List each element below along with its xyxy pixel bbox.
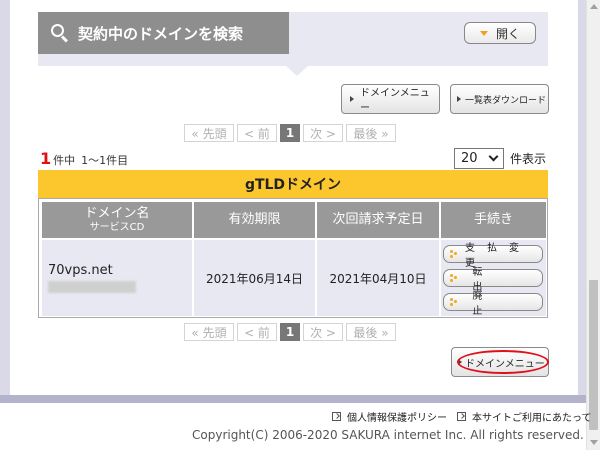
search-icon xyxy=(50,23,70,43)
page-next[interactable]: 次 > xyxy=(303,124,343,142)
domain-search-panel: 契約中のドメインを検索 開く xyxy=(38,12,548,54)
billing-date: 2021年04月10日 xyxy=(317,240,439,316)
scroll-thumb[interactable] xyxy=(589,280,598,430)
domain-menu-label: ドメインメニュー xyxy=(360,88,430,114)
domain-table: ドメイン名 サービスCD 有効期限 次回請求予定日 手続き 70vps.net … xyxy=(38,198,548,318)
pagination-bottom: « 先頭 < 前 1 次 > 最後 » xyxy=(184,323,396,341)
per-page-control: 20 件表示 xyxy=(454,148,546,169)
result-count: 1 件中 1～1件目 xyxy=(40,149,128,168)
open-search-button[interactable]: 開く xyxy=(464,22,536,44)
search-panel-bottom xyxy=(38,54,548,66)
footer-divider xyxy=(0,395,586,403)
domain-name[interactable]: 70vps.net xyxy=(48,263,113,278)
expiry-date: 2021年06月14日 xyxy=(194,240,315,316)
column-header-service-cd: サービスCD xyxy=(89,221,145,233)
service-cd-redacted xyxy=(48,281,136,293)
privacy-link[interactable]: 個人情報保護ポリシー xyxy=(332,409,447,424)
highlight-annotation xyxy=(457,350,549,374)
triangle-right-icon xyxy=(350,96,354,102)
page-prev[interactable]: < 前 xyxy=(237,323,277,341)
result-count-number: 1 xyxy=(40,149,52,168)
table-row-domain-cell: 70vps.net xyxy=(42,240,192,316)
per-page-select[interactable]: 20 xyxy=(454,148,504,169)
page-current: 1 xyxy=(280,124,300,142)
column-header-procedure: 手続き xyxy=(441,202,546,238)
per-page-value: 20 xyxy=(461,151,478,166)
terms-link[interactable]: 本サイトご利用にあたって xyxy=(457,409,592,424)
dots-icon xyxy=(450,274,457,282)
search-header: 契約中のドメインを検索 xyxy=(38,12,289,54)
page-last[interactable]: 最後 » xyxy=(346,124,396,142)
column-header-billing: 次回請求予定日 xyxy=(317,202,439,238)
link-icon xyxy=(332,412,341,421)
pagination-top: « 先頭 < 前 1 次 > 最後 » xyxy=(184,124,396,142)
result-range: 1～1件目 xyxy=(81,154,129,167)
page-prev[interactable]: < 前 xyxy=(237,124,277,142)
scroll-up-icon[interactable] xyxy=(590,4,598,9)
domain-menu-button[interactable]: ドメインメニュー xyxy=(341,84,440,114)
result-count-suffix: 件中 xyxy=(53,154,76,167)
triangle-right-icon xyxy=(457,96,461,102)
table-title: gTLDドメイン xyxy=(38,170,548,198)
scroll-down-icon[interactable] xyxy=(590,440,598,445)
footer-links: 個人情報保護ポリシー 本サイトご利用にあたって xyxy=(332,409,592,424)
chevron-down-icon xyxy=(488,151,499,162)
change-payment-button[interactable]: 支払変更 xyxy=(443,243,543,269)
terms-link-label: 本サイトご利用にあたって xyxy=(472,413,592,424)
privacy-link-label: 個人情報保護ポリシー xyxy=(347,413,447,424)
dots-icon xyxy=(450,250,457,258)
triangle-down-icon xyxy=(479,30,488,36)
open-search-label: 開く xyxy=(495,26,520,41)
page-last[interactable]: 最後 » xyxy=(346,323,396,341)
page-first[interactable]: « 先頭 xyxy=(184,124,234,142)
column-header-domain: ドメイン名 サービスCD xyxy=(42,202,192,238)
per-page-label: 件表示 xyxy=(510,152,547,166)
copyright: Copyright(C) 2006-2020 SAKURA internet I… xyxy=(192,428,584,442)
column-header-domain-label: ドメイン名 xyxy=(84,206,150,222)
download-list-label: 一覧表ダウンロード xyxy=(465,95,547,106)
dots-icon xyxy=(450,298,457,306)
column-header-expiry: 有効期限 xyxy=(194,202,315,238)
page-current: 1 xyxy=(280,323,300,341)
page-first[interactable]: « 先頭 xyxy=(184,323,234,341)
vertical-scrollbar[interactable] xyxy=(586,0,600,450)
search-title: 契約中のドメインを検索 xyxy=(78,24,244,43)
page-next[interactable]: 次 > xyxy=(303,323,343,341)
link-icon xyxy=(457,412,466,421)
panel-notch xyxy=(286,66,308,76)
transfer-out-button[interactable]: 転出 xyxy=(443,267,543,293)
cancel-domain-label: 廃止 xyxy=(472,291,517,317)
cancel-domain-button[interactable]: 廃止 xyxy=(443,291,543,317)
download-list-button[interactable]: 一覧表ダウンロード xyxy=(450,84,549,114)
